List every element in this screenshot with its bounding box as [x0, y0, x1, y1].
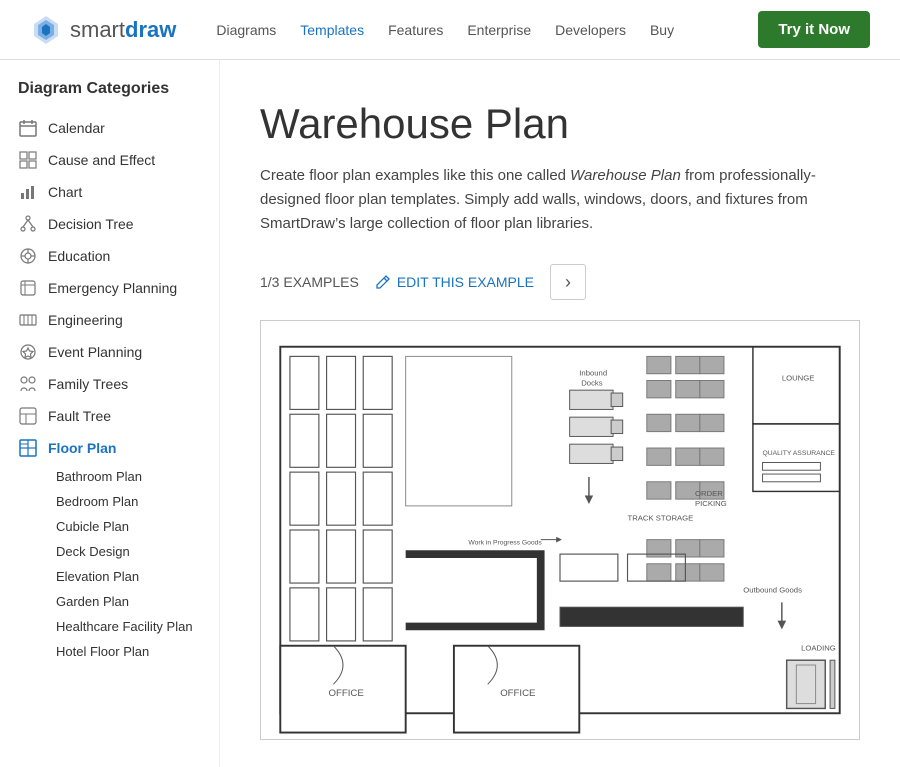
sidebar-item-family-trees[interactable]: Family Trees [10, 368, 209, 400]
svg-text:TRACK STORAGE: TRACK STORAGE [628, 513, 694, 522]
warehouse-plan-svg: Inbound Docks [261, 321, 859, 739]
svg-text:Work in Progress Goods: Work in Progress Goods [468, 539, 542, 546]
sidebar-title: Diagram Categories [10, 80, 209, 98]
fault-tree-icon [18, 406, 38, 426]
try-it-now-button[interactable]: Try it Now [758, 11, 870, 48]
sub-item-bathroom-plan[interactable]: Bathroom Plan [48, 464, 209, 489]
navbar: smartdraw Diagrams Templates Features En… [0, 0, 900, 60]
sidebar-label-emergency-planning: Emergency Planning [48, 280, 177, 296]
logo-icon [30, 14, 62, 46]
nav-developers[interactable]: Developers [555, 22, 626, 38]
emergency-planning-icon [18, 278, 38, 298]
page-layout: Diagram Categories Calendar Cause and Ef… [0, 60, 900, 767]
sidebar-item-education[interactable]: Education [10, 240, 209, 272]
svg-text:LOUNGE: LOUNGE [782, 374, 815, 383]
sidebar-label-calendar: Calendar [48, 120, 105, 136]
svg-text:LOADING: LOADING [801, 644, 836, 653]
sidebar-label-decision-tree: Decision Tree [48, 216, 134, 232]
nav-diagrams[interactable]: Diagrams [216, 22, 276, 38]
floor-plan-sub-items: Bathroom Plan Bedroom Plan Cubicle Plan … [10, 464, 209, 664]
page-title: Warehouse Plan [260, 100, 860, 148]
engineering-icon [18, 310, 38, 330]
sub-item-cubicle-plan[interactable]: Cubicle Plan [48, 514, 209, 539]
decision-tree-icon [18, 214, 38, 234]
sidebar-label-engineering: Engineering [48, 312, 123, 328]
sub-item-elevation-plan[interactable]: Elevation Plan [48, 564, 209, 589]
sub-item-deck-design[interactable]: Deck Design [48, 539, 209, 564]
logo[interactable]: smartdraw [30, 14, 176, 46]
svg-text:OFFICE: OFFICE [329, 688, 364, 699]
nav-features[interactable]: Features [388, 22, 443, 38]
examples-bar: 1/3 EXAMPLES EDIT THIS EXAMPLE › [260, 264, 860, 300]
nav-buy[interactable]: Buy [650, 22, 674, 38]
chart-icon [18, 182, 38, 202]
nav-templates[interactable]: Templates [300, 22, 364, 38]
sidebar-label-event-planning: Event Planning [48, 344, 142, 360]
svg-text:OFFICE: OFFICE [500, 688, 535, 699]
svg-text:Inbound: Inbound [579, 369, 607, 378]
sub-item-bedroom-plan[interactable]: Bedroom Plan [48, 489, 209, 514]
main-content: Warehouse Plan Create floor plan example… [220, 60, 900, 767]
sidebar-item-cause-effect[interactable]: Cause and Effect [10, 144, 209, 176]
sidebar: Diagram Categories Calendar Cause and Ef… [0, 60, 220, 767]
svg-text:Docks: Docks [581, 378, 603, 387]
examples-count: 1/3 EXAMPLES [260, 274, 359, 290]
calendar-icon [18, 118, 38, 138]
sidebar-item-chart[interactable]: Chart [10, 176, 209, 208]
svg-text:Outbound Goods: Outbound Goods [743, 586, 802, 595]
sub-item-garden-plan[interactable]: Garden Plan [48, 589, 209, 614]
svg-text:PICKING: PICKING [695, 499, 727, 508]
cause-effect-icon [18, 150, 38, 170]
sidebar-item-fault-tree[interactable]: Fault Tree [10, 400, 209, 432]
sidebar-label-chart: Chart [48, 184, 82, 200]
sidebar-label-fault-tree: Fault Tree [48, 408, 111, 424]
sub-item-healthcare-facility-plan[interactable]: Healthcare Facility Plan [48, 614, 209, 639]
svg-text:ORDER: ORDER [695, 489, 723, 498]
sidebar-label-education: Education [48, 248, 110, 264]
floor-plan-icon [18, 438, 38, 458]
warehouse-diagram: Inbound Docks [260, 320, 860, 740]
brand-name: smartdraw [70, 17, 176, 43]
next-example-button[interactable]: › [550, 264, 586, 300]
family-trees-icon [18, 374, 38, 394]
sidebar-item-floor-plan[interactable]: Floor Plan [10, 432, 209, 464]
sidebar-item-emergency-planning[interactable]: Emergency Planning [10, 272, 209, 304]
sidebar-label-floor-plan: Floor Plan [48, 440, 116, 456]
nav-enterprise[interactable]: Enterprise [467, 22, 531, 38]
event-planning-icon [18, 342, 38, 362]
page-description: Create floor plan examples like this one… [260, 164, 860, 236]
education-icon [18, 246, 38, 266]
sidebar-item-calendar[interactable]: Calendar [10, 112, 209, 144]
svg-text:QUALITY ASSURANCE: QUALITY ASSURANCE [763, 450, 836, 457]
nav-links: Diagrams Templates Features Enterprise D… [216, 22, 758, 38]
sidebar-label-cause-effect: Cause and Effect [48, 152, 155, 168]
sidebar-item-event-planning[interactable]: Event Planning [10, 336, 209, 368]
edit-example-link[interactable]: EDIT THIS EXAMPLE [375, 274, 534, 290]
sidebar-item-engineering[interactable]: Engineering [10, 304, 209, 336]
edit-icon [375, 274, 391, 290]
sidebar-label-family-trees: Family Trees [48, 376, 128, 392]
sub-item-hotel-floor-plan[interactable]: Hotel Floor Plan [48, 639, 209, 664]
sidebar-item-decision-tree[interactable]: Decision Tree [10, 208, 209, 240]
